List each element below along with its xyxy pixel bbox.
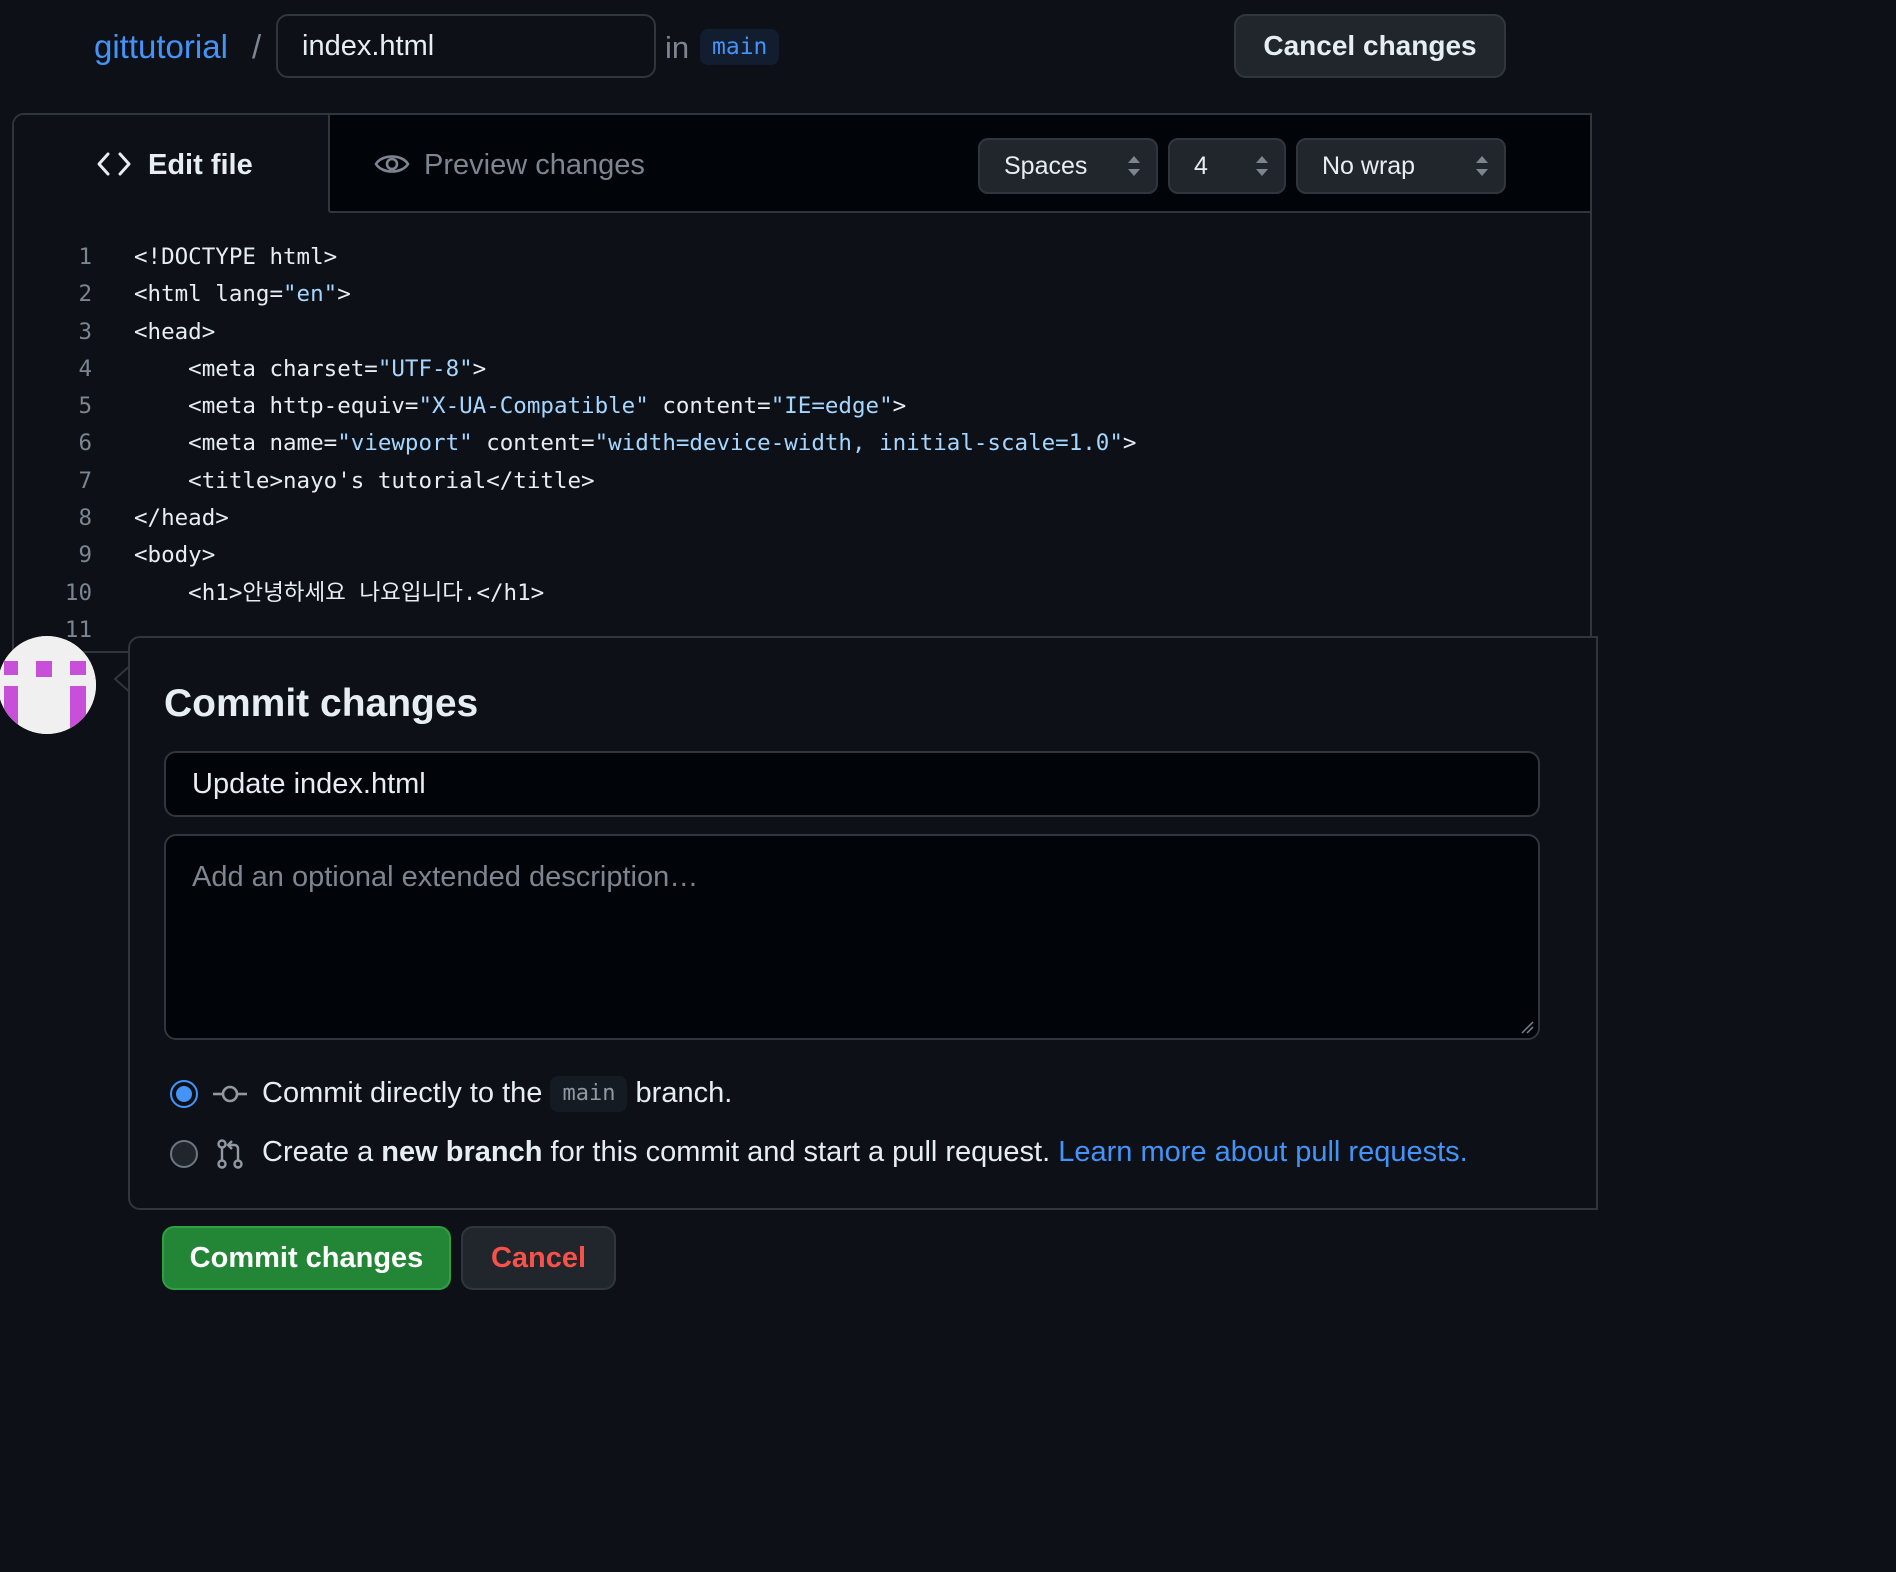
tab-edit-label: Edit file bbox=[148, 149, 253, 181]
identicon bbox=[0, 636, 96, 734]
commit-description-field[interactable]: Add an optional extended description… bbox=[164, 834, 1540, 1040]
tab-preview-label: Preview changes bbox=[424, 149, 645, 181]
indent-size-value: 4 bbox=[1194, 152, 1208, 180]
in-label: in bbox=[665, 30, 690, 65]
tab-edit-file[interactable]: Edit file bbox=[14, 115, 330, 213]
line-content: <body> bbox=[134, 542, 216, 569]
code-line[interactable]: 9 <body> bbox=[14, 537, 1590, 574]
wrap-mode-value: No wrap bbox=[1322, 152, 1416, 180]
description-placeholder: Add an optional extended description… bbox=[192, 861, 699, 893]
code-line[interactable]: 7 <title>nayo's tutorial</title> bbox=[14, 463, 1590, 500]
radio-new-branch[interactable] bbox=[170, 1140, 198, 1168]
new-branch-label: Create a new branch for this commit and … bbox=[262, 1136, 1468, 1168]
repo-link[interactable]: gittutorial bbox=[94, 28, 228, 66]
filename-input[interactable] bbox=[276, 14, 656, 78]
line-number: 6 bbox=[78, 430, 92, 457]
line-number: 3 bbox=[78, 318, 92, 345]
commit-summary-input[interactable] bbox=[164, 751, 1540, 817]
line-content: <meta charset="UTF-8"> bbox=[134, 355, 487, 382]
commit-direct-label: Commit directly to the main branch. bbox=[262, 1076, 732, 1112]
code-line[interactable]: 3 <head> bbox=[14, 314, 1590, 351]
code-line[interactable]: 8 </head> bbox=[14, 500, 1590, 537]
line-content: <!DOCTYPE html> bbox=[134, 244, 338, 270]
line-number: 1 bbox=[78, 244, 92, 270]
indent-size-select[interactable]: 4 bbox=[1168, 138, 1286, 194]
line-number: 10 bbox=[64, 579, 92, 606]
radio-commit-direct[interactable] bbox=[170, 1080, 198, 1108]
line-number: 9 bbox=[78, 542, 92, 569]
code-line[interactable]: 6 <meta name="viewport" content="width=d… bbox=[14, 425, 1590, 462]
branch-chip-inline: main bbox=[550, 1076, 628, 1112]
path-separator: / bbox=[252, 28, 262, 65]
code-line[interactable]: 4 <meta charset="UTF-8"> bbox=[14, 351, 1590, 388]
learn-more-link[interactable]: Learn more about pull requests. bbox=[1058, 1136, 1467, 1168]
cancel-changes-button[interactable]: Cancel changes bbox=[1234, 14, 1506, 78]
code-icon bbox=[97, 152, 131, 176]
tab-preview-changes[interactable]: Preview changes bbox=[344, 115, 674, 211]
commit-panel: Commit changes Add an optional extended … bbox=[128, 636, 1598, 1210]
indent-mode-select[interactable]: Spaces bbox=[978, 138, 1158, 194]
line-content: <title>nayo's tutorial</title> bbox=[134, 467, 595, 494]
git-commit-icon bbox=[213, 1085, 247, 1103]
cancel-button[interactable]: Cancel bbox=[461, 1226, 616, 1290]
select-arrows-icon bbox=[1476, 156, 1488, 176]
line-content: <head> bbox=[134, 318, 216, 345]
indent-mode-value: Spaces bbox=[1004, 152, 1088, 180]
code-line[interactable]: 1 <!DOCTYPE html> bbox=[14, 239, 1590, 276]
branch-badge: main bbox=[700, 29, 780, 65]
commit-changes-button[interactable]: Commit changes bbox=[162, 1226, 451, 1290]
line-content: <meta http-equiv="X-UA-Compatible" conte… bbox=[134, 393, 907, 420]
commit-title: Commit changes bbox=[164, 682, 479, 725]
line-number: 2 bbox=[78, 281, 92, 308]
resize-handle-icon[interactable] bbox=[1520, 1020, 1534, 1034]
line-content: <html lang="en"> bbox=[134, 281, 351, 308]
file-editor: Edit file Preview changes Spaces 4 No wr… bbox=[12, 113, 1592, 653]
code-line[interactable]: 5 <meta http-equiv="X-UA-Compatible" con… bbox=[14, 388, 1590, 425]
avatar bbox=[0, 636, 96, 734]
eye-icon bbox=[374, 155, 410, 173]
line-content: </head> bbox=[134, 505, 229, 532]
line-number: 4 bbox=[78, 355, 92, 382]
editor-tabbar: Edit file Preview changes Spaces 4 No wr… bbox=[14, 115, 1590, 213]
select-arrows-icon bbox=[1256, 156, 1268, 176]
line-content: <meta name="viewport" content="width=dev… bbox=[134, 430, 1137, 457]
line-content: <h1>안녕하세요 나요입니다.</h1> bbox=[134, 579, 545, 606]
code-line[interactable]: 2 <html lang="en"> bbox=[14, 276, 1590, 313]
wrap-mode-select[interactable]: No wrap bbox=[1296, 138, 1506, 194]
line-number: 7 bbox=[78, 467, 92, 494]
git-pull-request-icon bbox=[217, 1139, 243, 1169]
line-number: 5 bbox=[78, 393, 92, 420]
line-number: 8 bbox=[78, 505, 92, 532]
select-arrows-icon bbox=[1128, 156, 1140, 176]
code-line[interactable]: 10 <h1>안녕하세요 나요입니다.</h1> bbox=[14, 575, 1590, 612]
code-area[interactable]: 1 <!DOCTYPE html> 2 <html lang="en"> 3 <head>… bbox=[14, 239, 1590, 649]
file-path-bar: gittutorial / in main Cancel changes bbox=[0, 0, 1568, 96]
